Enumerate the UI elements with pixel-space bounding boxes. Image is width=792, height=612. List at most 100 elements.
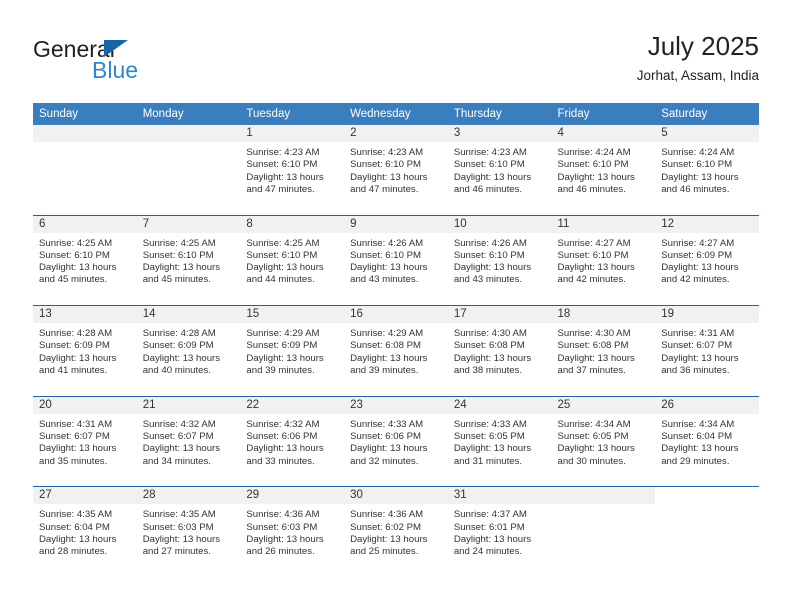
day-details: Sunrise: 4:25 AM Sunset: 6:10 PM Daylight:…	[137, 233, 241, 287]
daylight-text-cont: and 37 minutes.	[557, 365, 626, 377]
sunrise-text: Sunrise: 4:27 AM	[557, 237, 631, 249]
sunset-text: Sunset: 6:10 PM	[350, 159, 422, 171]
calendar-day-cell[interactable]: 22 Sunrise: 4:32 AM Sunset: 6:06 PM Dayligh…	[240, 396, 345, 487]
daylight-text-cont: and 42 minutes.	[557, 274, 626, 286]
day-number: 4	[551, 125, 656, 142]
calendar-day-cell[interactable]: 31 Sunrise: 4:37 AM Sunset: 6:01 PM Dayligh…	[447, 487, 552, 577]
calendar-day-cell[interactable]: 20 Sunrise: 4:31 AM Sunset: 6:07 PM Dayligh…	[33, 396, 137, 487]
calendar-day-cell[interactable]: 8 Sunrise: 4:25 AM Sunset: 6:10 PM Daylight…	[240, 215, 345, 306]
calendar-day-cell[interactable]: 16 Sunrise: 4:29 AM Sunset: 6:08 PM Dayligh…	[344, 306, 448, 396]
sunrise-text: Sunrise: 4:33 AM	[350, 418, 424, 430]
sunrise-text: Sunrise: 4:35 AM	[142, 509, 216, 521]
daylight-text: Daylight: 13 hours	[453, 533, 532, 545]
daylight-text-cont: and 33 minutes.	[246, 455, 315, 467]
day-number: 21	[136, 396, 241, 414]
sunrise-text: Sunrise: 4:37 AM	[453, 509, 527, 521]
calendar-day-cell[interactable]: 13 Sunrise: 4:28 AM Sunset: 6:09 PM Dayligh…	[33, 306, 137, 396]
day-details: Sunrise: 4:26 AM Sunset: 6:10 PM Daylight:…	[344, 233, 448, 287]
sunset-text: Sunset: 6:04 PM	[661, 431, 733, 443]
daylight-text-cont: and 35 minutes.	[39, 455, 108, 467]
sunset-text: Sunset: 6:10 PM	[142, 249, 214, 261]
day-number: 24	[447, 396, 552, 414]
sunset-text: Sunset: 6:07 PM	[142, 431, 214, 443]
calendar-day-cell[interactable]: 27 Sunrise: 4:35 AM Sunset: 6:04 PM Dayligh…	[33, 487, 137, 577]
calendar-day-cell[interactable]: 30 Sunrise: 4:36 AM Sunset: 6:02 PM Dayligh…	[344, 487, 448, 577]
day-number: 25	[551, 396, 656, 414]
day-details: Sunrise: 4:35 AM Sunset: 6:03 PM Daylight:…	[137, 504, 241, 558]
daylight-text-cont: and 45 minutes.	[142, 274, 211, 286]
calendar-day-cell[interactable]: 24 Sunrise: 4:33 AM Sunset: 6:05 PM Dayligh…	[447, 396, 552, 487]
calendar-day-cell[interactable]: 19 Sunrise: 4:31 AM Sunset: 6:07 PM Dayligh…	[655, 306, 759, 396]
calendar-day-cell[interactable]: 11 Sunrise: 4:27 AM Sunset: 6:10 PM Dayligh…	[551, 215, 656, 306]
daylight-text-cont: and 46 minutes.	[557, 183, 626, 195]
day-number: 26	[655, 396, 759, 414]
day-details: Sunrise: 4:24 AM Sunset: 6:10 PM Daylight:…	[655, 142, 759, 196]
day-number: 31	[447, 487, 552, 505]
calendar-day-cell[interactable]: 9 Sunrise: 4:26 AM Sunset: 6:10 PM Daylight…	[344, 215, 448, 306]
calendar-day-cell[interactable]: 2 Sunrise: 4:23 AM Sunset: 6:10 PM Daylight…	[344, 125, 448, 215]
daylight-text: Daylight: 13 hours	[350, 443, 428, 455]
sunrise-text: Sunrise: 4:31 AM	[661, 328, 735, 340]
calendar-day-cell[interactable]: 15 Sunrise: 4:29 AM Sunset: 6:09 PM Dayligh…	[240, 306, 345, 396]
sunset-text: Sunset: 6:09 PM	[39, 340, 110, 352]
calendar-empty-cell	[136, 125, 241, 215]
calendar-day-cell[interactable]: 21 Sunrise: 4:32 AM Sunset: 6:07 PM Dayligh…	[136, 396, 241, 487]
daylight-text: Daylight: 13 hours	[661, 443, 739, 455]
calendar-day-cell[interactable]: 23 Sunrise: 4:33 AM Sunset: 6:06 PM Dayligh…	[344, 396, 448, 487]
day-details: Sunrise: 4:33 AM Sunset: 6:05 PM Daylight:…	[448, 414, 552, 468]
daylight-text: Daylight: 13 hours	[557, 262, 635, 274]
sunset-text: Sunset: 6:10 PM	[39, 249, 110, 261]
sunrise-text: Sunrise: 4:23 AM	[350, 147, 424, 158]
calendar-day-cell[interactable]: 5 Sunrise: 4:24 AM Sunset: 6:10 PM Daylight…	[655, 125, 759, 215]
day-details: Sunrise: 4:35 AM Sunset: 6:04 PM Daylight:…	[33, 504, 137, 558]
calendar-week-row: 20 Sunrise: 4:31 AM Sunset: 6:07 PM Dayligh…	[33, 395, 759, 487]
day-number: 30	[344, 487, 448, 505]
day-number: 6	[33, 215, 137, 233]
daylight-text-cont: and 30 minutes.	[557, 455, 626, 467]
sunrise-text: Sunrise: 4:32 AM	[246, 418, 320, 430]
daylight-text: Daylight: 13 hours	[350, 262, 428, 274]
calendar-day-cell[interactable]: 1 Sunrise: 4:23 AM Sunset: 6:10 PM Daylight…	[240, 125, 345, 215]
calendar-day-cell[interactable]: 26 Sunrise: 4:34 AM Sunset: 6:04 PM Dayligh…	[655, 396, 759, 487]
sunrise-text: Sunrise: 4:24 AM	[557, 147, 631, 158]
calendar-day-cell[interactable]: 3 Sunrise: 4:23 AM Sunset: 6:10 PM Daylight…	[447, 125, 552, 215]
sunset-text: Sunset: 6:08 PM	[453, 340, 525, 352]
day-details: Sunrise: 4:28 AM Sunset: 6:09 PM Daylight:…	[137, 323, 241, 377]
calendar-day-cell[interactable]: 25 Sunrise: 4:34 AM Sunset: 6:05 PM Dayligh…	[551, 396, 656, 487]
calendar-week-row: 27 Sunrise: 4:35 AM Sunset: 6:04 PM Dayligh…	[33, 486, 759, 577]
calendar-day-cell[interactable]: 4 Sunrise: 4:24 AM Sunset: 6:10 PM Daylight…	[551, 125, 656, 215]
calendar-day-cell[interactable]: 18 Sunrise: 4:30 AM Sunset: 6:08 PM Dayligh…	[551, 306, 656, 396]
day-details: Sunrise: 4:32 AM Sunset: 6:07 PM Daylight:…	[137, 414, 241, 468]
sunset-text: Sunset: 6:07 PM	[39, 431, 110, 443]
sunrise-text: Sunrise: 4:35 AM	[39, 509, 113, 521]
daylight-text: Daylight: 13 hours	[246, 262, 324, 274]
daylight-text-cont: and 38 minutes.	[453, 365, 523, 377]
calendar-day-cell[interactable]: 14 Sunrise: 4:28 AM Sunset: 6:09 PM Dayligh…	[136, 306, 241, 396]
day-details: Sunrise: 4:32 AM Sunset: 6:06 PM Daylight:…	[240, 414, 344, 468]
sunrise-text: Sunrise: 4:28 AM	[39, 328, 113, 340]
sunrise-text: Sunrise: 4:25 AM	[246, 237, 320, 249]
sunset-text: Sunset: 6:06 PM	[246, 431, 318, 443]
daylight-text: Daylight: 13 hours	[661, 352, 739, 364]
daylight-text: Daylight: 13 hours	[142, 443, 221, 455]
calendar-day-cell[interactable]: 17 Sunrise: 4:30 AM Sunset: 6:08 PM Dayligh…	[447, 306, 552, 396]
calendar-day-cell[interactable]: 7 Sunrise: 4:25 AM Sunset: 6:10 PM Daylight…	[136, 215, 241, 306]
day-details: Sunrise: 4:27 AM Sunset: 6:10 PM Daylight:…	[552, 233, 656, 287]
general-blue-logo[interactable]: General Blue	[33, 36, 233, 90]
sunset-text: Sunset: 6:05 PM	[557, 431, 629, 443]
day-details: Sunrise: 4:25 AM Sunset: 6:10 PM Daylight:…	[33, 233, 137, 287]
calendar-day-cell[interactable]: 28 Sunrise: 4:35 AM Sunset: 6:03 PM Dayligh…	[136, 487, 241, 577]
daylight-text-cont: and 28 minutes.	[39, 546, 108, 558]
day-number: 28	[136, 487, 241, 505]
day-number: 8	[240, 215, 345, 233]
calendar-day-cell[interactable]: 12 Sunrise: 4:27 AM Sunset: 6:09 PM Dayligh…	[655, 215, 759, 306]
calendar-day-cell[interactable]: 6 Sunrise: 4:25 AM Sunset: 6:10 PM Daylight…	[33, 215, 137, 306]
sunrise-text: Sunrise: 4:27 AM	[661, 237, 735, 249]
day-details: Sunrise: 4:24 AM Sunset: 6:10 PM Daylight:…	[552, 142, 656, 196]
calendar-day-cell[interactable]: 29 Sunrise: 4:36 AM Sunset: 6:03 PM Dayligh…	[240, 487, 345, 577]
daylight-text: Daylight: 13 hours	[350, 171, 428, 183]
day-details: Sunrise: 4:23 AM Sunset: 6:10 PM Daylight:…	[344, 142, 448, 196]
day-number	[551, 487, 656, 505]
daylight-text-cont: and 47 minutes.	[350, 183, 419, 195]
calendar-day-cell[interactable]: 10 Sunrise: 4:26 AM Sunset: 6:10 PM Dayligh…	[447, 215, 552, 306]
